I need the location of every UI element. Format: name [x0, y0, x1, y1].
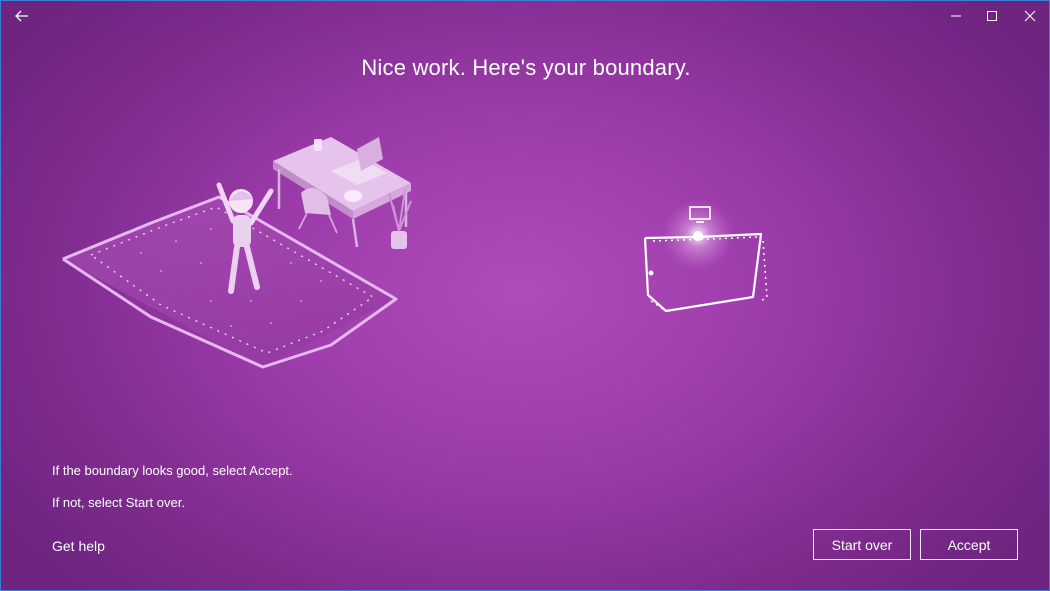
- start-over-button[interactable]: Start over: [813, 529, 911, 560]
- desk-illustration: [273, 137, 412, 249]
- accept-button[interactable]: Accept: [920, 529, 1018, 560]
- traced-boundary-preview: [643, 199, 768, 313]
- room-floor: [61, 195, 398, 369]
- get-help-link[interactable]: Get help: [52, 538, 105, 554]
- mixed-reality-boundary-window: Nice work. Here's your boundary. If the …: [0, 0, 1050, 591]
- instruction-start-over-text: If not, select Start over.: [52, 495, 185, 510]
- instruction-accept-text: If the boundary looks good, select Accep…: [52, 463, 293, 478]
